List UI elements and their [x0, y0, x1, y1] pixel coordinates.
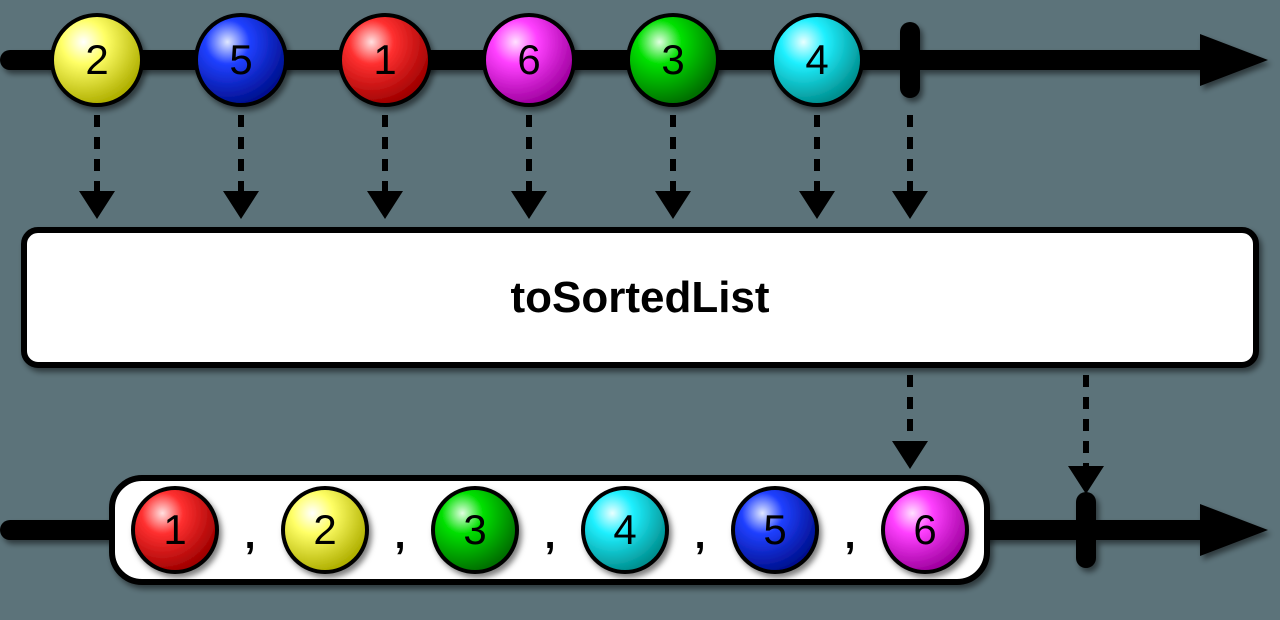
list-separator: , [394, 513, 405, 557]
list-separator: , [244, 513, 255, 557]
input-marble-5: 5 [196, 15, 286, 105]
list-separator: , [844, 513, 855, 557]
diagram-root: 2 5 1 6 3 4 toSortedList 1, 2, 3, 4, 5, 6 [0, 0, 1280, 620]
input-marble-2: 2 [52, 15, 142, 105]
svg-text:3: 3 [661, 36, 684, 83]
output-marble-6: 6 [883, 488, 967, 572]
output-marble-4: 4 [583, 488, 667, 572]
input-arrow-1 [223, 115, 259, 219]
output-marble-1: 1 [133, 488, 217, 572]
input-marble-6: 6 [484, 15, 574, 105]
svg-text:5: 5 [763, 506, 786, 553]
svg-text:6: 6 [517, 36, 540, 83]
output-arrow-complete [1068, 375, 1104, 494]
input-marble-1: 1 [340, 15, 430, 105]
output-marble-5: 5 [733, 488, 817, 572]
svg-text:1: 1 [373, 36, 396, 83]
input-arrow-2 [367, 115, 403, 219]
input-arrow-complete [892, 115, 928, 219]
svg-text:2: 2 [313, 506, 336, 553]
input-arrow-5 [799, 115, 835, 219]
input-arrow-0 [79, 115, 115, 219]
svg-text:4: 4 [613, 506, 636, 553]
svg-text:2: 2 [85, 36, 108, 83]
input-arrow-4 [655, 115, 691, 219]
svg-text:3: 3 [463, 506, 486, 553]
input-to-operator-arrows [79, 115, 928, 219]
svg-text:4: 4 [805, 36, 828, 83]
svg-text:1: 1 [163, 506, 186, 553]
list-separator: , [544, 513, 555, 557]
operator-box: toSortedList [24, 230, 1256, 365]
output-marble-3: 3 [433, 488, 517, 572]
operator-label: toSortedList [510, 273, 769, 322]
svg-text:6: 6 [913, 506, 936, 553]
svg-text:5: 5 [229, 36, 252, 83]
list-separator: , [694, 513, 705, 557]
input-marble-3: 3 [628, 15, 718, 105]
output-marble-2: 2 [283, 488, 367, 572]
input-marble-4: 4 [772, 15, 862, 105]
input-arrow-3 [511, 115, 547, 219]
output-arrow-list [892, 375, 928, 469]
